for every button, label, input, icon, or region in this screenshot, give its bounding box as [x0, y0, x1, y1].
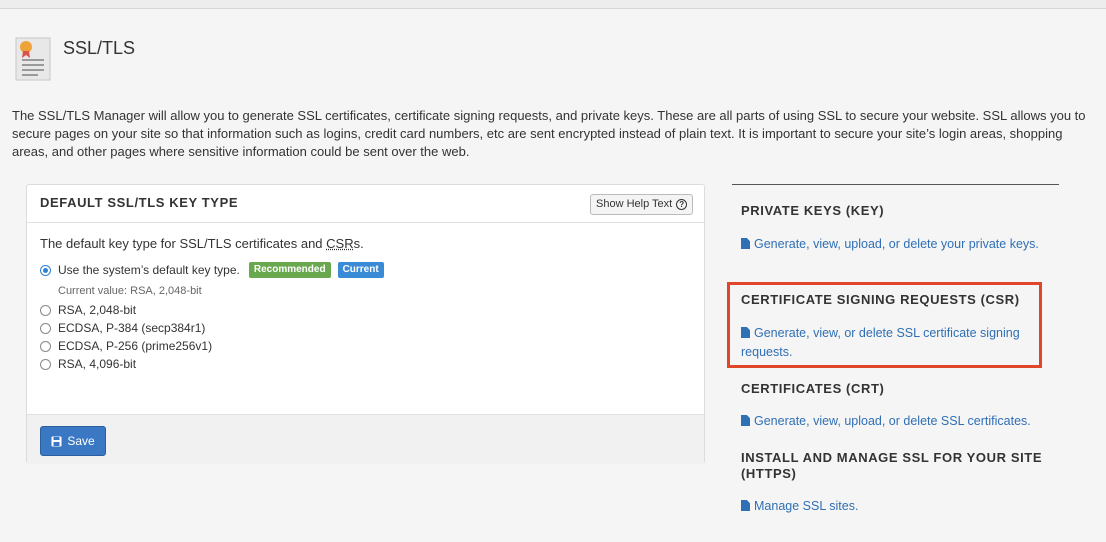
- radio-ecdsa-p384[interactable]: [40, 322, 51, 334]
- option-label: RSA, 4,096-bit: [58, 357, 137, 371]
- top-bar: [0, 0, 1106, 9]
- radio-rsa-4096[interactable]: [40, 358, 51, 370]
- link-manage-ssl-sites[interactable]: Manage SSL sites.: [741, 497, 1041, 516]
- option-rsa-2048[interactable]: RSA, 2,048-bit: [40, 302, 136, 318]
- link-text: Generate, view, upload, or delete SSL ce…: [754, 414, 1031, 428]
- section-title-csr: CERTIFICATE SIGNING REQUESTS (CSR): [741, 292, 1020, 307]
- option-label: Use the system’s default key type.: [58, 263, 240, 277]
- option-rsa-4096[interactable]: RSA, 4,096-bit: [40, 356, 136, 372]
- radio-ecdsa-p256[interactable]: [40, 340, 51, 352]
- recommended-badge: Recommended: [248, 262, 331, 278]
- option-ecdsa-p256[interactable]: ECDSA, P-256 (prime256v1): [40, 338, 212, 354]
- option-ecdsa-p384[interactable]: ECDSA, P-384 (secp384r1): [40, 320, 205, 336]
- page-title: SSL/TLS: [63, 38, 136, 58]
- radio-rsa-2048[interactable]: [40, 304, 51, 316]
- link-text: Generate, view, upload, or delete your p…: [754, 237, 1039, 251]
- floppy-disk-icon: [51, 436, 62, 446]
- document-icon: [741, 327, 750, 338]
- default-key-type-panel: DEFAULT SSL/TLS KEY TYPE Show Help Text …: [26, 184, 705, 464]
- link-certificates[interactable]: Generate, view, upload, or delete SSL ce…: [741, 412, 1041, 431]
- panel-title: DEFAULT SSL/TLS KEY TYPE: [40, 195, 239, 210]
- option-label: ECDSA, P-256 (prime256v1): [58, 339, 213, 353]
- right-column-divider: [732, 184, 1059, 185]
- description-prefix: The default key type for SSL/TLS certifi…: [40, 236, 327, 251]
- link-text: Manage SSL sites.: [754, 499, 859, 513]
- current-value-text: Current value: RSA, 2,048-bit: [58, 285, 202, 297]
- csr-abbr: CSR: [326, 236, 354, 251]
- link-text: Generate, view, or delete SSL certificat…: [741, 326, 1020, 359]
- option-system-default[interactable]: Use the system’s default key type. Recom…: [40, 262, 384, 278]
- certificate-icon: [15, 37, 51, 81]
- key-type-description: The default key type for SSL/TLS certifi…: [40, 236, 364, 251]
- section-title-private-keys: PRIVATE KEYS (KEY): [741, 203, 885, 218]
- section-title-certificates: CERTIFICATES (CRT): [741, 381, 885, 396]
- help-button-label: Show Help Text: [596, 198, 673, 210]
- panel-header: DEFAULT SSL/TLS KEY TYPE Show Help Text …: [27, 185, 704, 223]
- section-title-install-manage: INSTALL AND MANAGE SSL FOR YOUR SITE (HT…: [741, 450, 1043, 481]
- question-icon: ?: [676, 199, 688, 210]
- save-label: Save: [67, 434, 95, 448]
- current-badge: Current: [337, 262, 384, 278]
- description-suffix: s.: [353, 236, 364, 251]
- radio-system-default[interactable]: [40, 264, 51, 276]
- option-label: RSA, 2,048-bit: [58, 303, 137, 317]
- intro-text: The SSL/TLS Manager will allow you to ge…: [12, 108, 1086, 159]
- option-label: ECDSA, P-384 (secp384r1): [58, 321, 206, 335]
- link-csr[interactable]: Generate, view, or delete SSL certificat…: [741, 324, 1041, 362]
- document-icon: [741, 238, 750, 249]
- show-help-text-button[interactable]: Show Help Text ?: [590, 194, 694, 215]
- save-button[interactable]: Save: [40, 426, 106, 456]
- document-icon: [741, 415, 750, 426]
- panel-footer: Save: [27, 414, 704, 464]
- link-private-keys[interactable]: Generate, view, upload, or delete your p…: [741, 235, 1041, 254]
- document-icon: [741, 500, 750, 511]
- panel-body: The default key type for SSL/TLS certifi…: [27, 223, 704, 414]
